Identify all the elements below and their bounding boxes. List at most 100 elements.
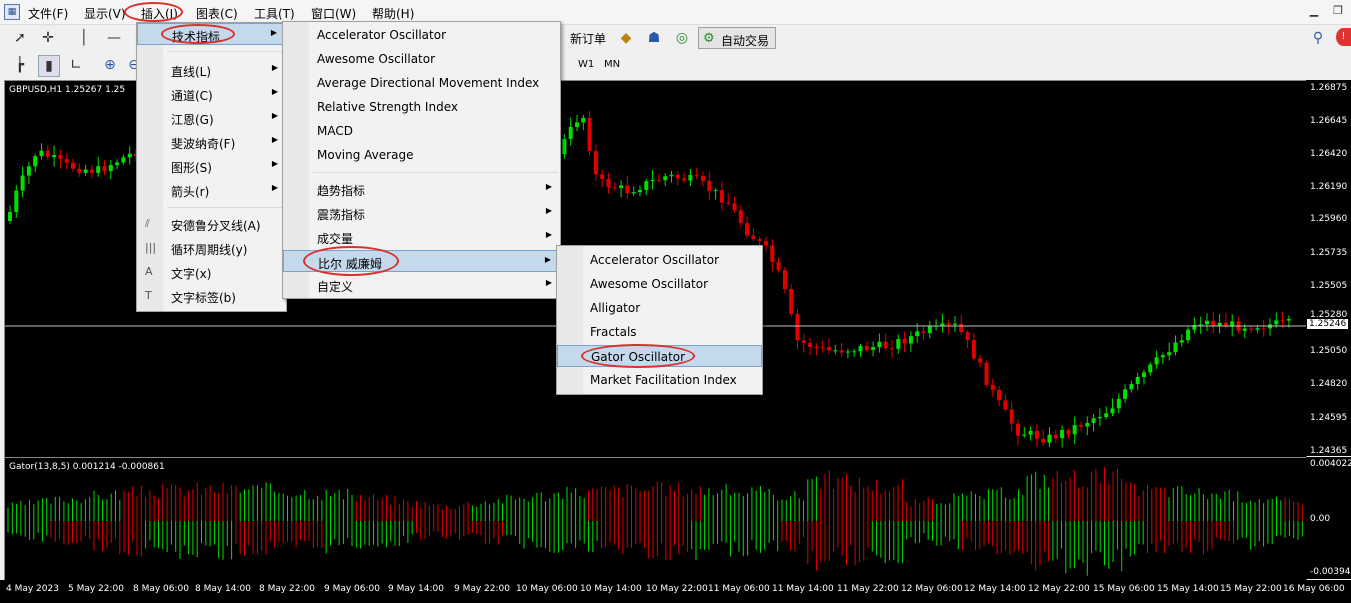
menu-item-label: Relative Strength Index bbox=[317, 100, 458, 114]
candle-body bbox=[1104, 413, 1109, 418]
candle-body bbox=[978, 358, 983, 363]
indicator-volumes[interactable]: 成交量 ▶ bbox=[283, 226, 560, 248]
menu-item-label: 斐波纳奇(F) bbox=[171, 137, 236, 151]
indicator-rsi[interactable]: Relative Strength Index bbox=[283, 96, 560, 118]
indicator-awesome-oscillator[interactable]: Awesome Oscillator bbox=[283, 48, 560, 70]
candle-body bbox=[732, 203, 737, 211]
candle-body bbox=[1242, 328, 1247, 331]
bw-market-facilitation-index[interactable]: Market Facilitation Index bbox=[557, 369, 762, 391]
candle-body bbox=[581, 117, 586, 123]
minimize-button[interactable]: ▁ bbox=[1306, 4, 1322, 18]
bw-accelerator-oscillator[interactable]: Accelerator Oscillator bbox=[557, 249, 762, 271]
bw-alligator[interactable]: Alligator bbox=[557, 297, 762, 319]
candle-body bbox=[1079, 425, 1083, 427]
indicator-custom[interactable]: 自定义 ▶ bbox=[283, 274, 560, 296]
candle-body bbox=[39, 150, 44, 157]
insert-text[interactable]: A 文字(x) bbox=[137, 261, 286, 283]
insert-technical-indicators[interactable]: 技术指标 ▶ bbox=[137, 23, 286, 45]
indicator-accelerator-oscillator[interactable]: Accelerator Oscillator bbox=[283, 24, 560, 46]
candle-body bbox=[1255, 328, 1260, 330]
menu-view[interactable]: 显示(V) bbox=[84, 5, 126, 22]
insert-lines[interactable]: 直线(L) ▶ bbox=[137, 59, 286, 81]
horizontal-line-icon[interactable]: — bbox=[104, 28, 124, 48]
time-label: 10 May 14:00 bbox=[580, 584, 642, 594]
time-label: 9 May 22:00 bbox=[454, 584, 510, 594]
candle-body bbox=[1085, 422, 1090, 427]
candle-body bbox=[877, 341, 882, 348]
candlestick-icon[interactable]: ▮ bbox=[38, 55, 60, 77]
candle-body bbox=[745, 223, 750, 236]
auto-trade-label: 自动交易 bbox=[721, 34, 770, 48]
period-w1[interactable]: W1 bbox=[578, 59, 594, 70]
restore-button[interactable]: ❐ bbox=[1330, 4, 1346, 18]
candle-body bbox=[795, 313, 800, 341]
candle-body bbox=[1205, 320, 1209, 325]
menu-insert[interactable]: 插入(I) bbox=[141, 5, 178, 22]
insert-shapes[interactable]: 图形(S) ▶ bbox=[137, 155, 286, 177]
line-chart-icon[interactable]: ∟ bbox=[66, 55, 86, 75]
candle-body bbox=[984, 362, 989, 385]
insert-arrows[interactable]: 箭头(r) ▶ bbox=[137, 179, 286, 201]
time-label: 8 May 22:00 bbox=[259, 584, 315, 594]
price-label: 1.24595 bbox=[1310, 413, 1348, 423]
market-watch-icon[interactable]: ◆ bbox=[616, 28, 636, 48]
cursor-icon[interactable]: ➚ bbox=[10, 28, 30, 48]
insert-cycle-lines[interactable]: ||| 循环周期线(y) bbox=[137, 237, 286, 259]
candle-body bbox=[587, 117, 592, 152]
price-label: 1.26420 bbox=[1310, 149, 1348, 159]
indicator-trend[interactable]: 趋势指标 ▶ bbox=[283, 178, 560, 200]
candle-body bbox=[833, 350, 838, 352]
period-mn[interactable]: MN bbox=[604, 59, 620, 70]
candle-body bbox=[14, 190, 19, 212]
bw-gator-oscillator[interactable]: Gator Oscillator bbox=[557, 345, 762, 367]
navigator-icon[interactable]: ☗ bbox=[644, 28, 664, 48]
submenu-arrow-icon: ▶ bbox=[270, 28, 277, 37]
indicator-label-top: 0.004022 bbox=[1310, 459, 1351, 469]
insert-channels[interactable]: 通道(C) ▶ bbox=[137, 83, 286, 105]
notification-icon[interactable]: ! bbox=[1336, 28, 1351, 46]
gator-indicator-panel[interactable]: Gator(13,8,5) 0.001214 -0.000861 bbox=[4, 457, 1307, 581]
candle-body bbox=[606, 178, 611, 188]
insert-andrews-pitchfork[interactable]: ⫽ 安德鲁分叉线(A) bbox=[137, 213, 286, 235]
signal-icon[interactable]: ◎ bbox=[672, 28, 692, 48]
candle-body bbox=[757, 239, 762, 242]
menu-window[interactable]: 窗口(W) bbox=[311, 5, 356, 22]
menu-item-label: 图形(S) bbox=[171, 161, 212, 175]
submenu-arrow-icon: ▶ bbox=[271, 111, 278, 120]
indicator-adx[interactable]: Average Directional Movement Index bbox=[283, 72, 560, 94]
candle-body bbox=[45, 150, 50, 158]
candle-body bbox=[713, 190, 718, 192]
bw-fractals[interactable]: Fractals bbox=[557, 321, 762, 343]
candle-body bbox=[883, 341, 888, 349]
bar-chart-icon[interactable]: ┢ bbox=[10, 55, 30, 75]
menu-tools[interactable]: 工具(T) bbox=[254, 5, 295, 22]
bw-awesome-oscillator[interactable]: Awesome Oscillator bbox=[557, 273, 762, 295]
menu-separator bbox=[313, 172, 558, 173]
menu-chart[interactable]: 图表(C) bbox=[196, 5, 238, 22]
price-label: 1.25960 bbox=[1310, 214, 1348, 224]
menu-item-label: 技术指标 bbox=[172, 30, 221, 44]
insert-text-label[interactable]: T 文字标签(b) bbox=[137, 285, 286, 307]
indicator-bill-williams[interactable]: 比尔 威廉姆 ▶ bbox=[283, 250, 560, 272]
zoom-in-icon[interactable]: ⊕ bbox=[100, 55, 120, 75]
indicator-macd[interactable]: MACD bbox=[283, 120, 560, 142]
candle-body bbox=[1211, 320, 1216, 326]
insert-fibonacci[interactable]: 斐波纳奇(F) ▶ bbox=[137, 131, 286, 153]
cycle-lines-icon: ||| bbox=[145, 241, 157, 254]
insert-gann[interactable]: 江恩(G) ▶ bbox=[137, 107, 286, 129]
vertical-line-icon[interactable]: │ bbox=[74, 28, 94, 48]
auto-trade-button[interactable]: ⚙ 自动交易 bbox=[698, 27, 776, 49]
new-order-button[interactable]: 新订单 bbox=[570, 30, 606, 47]
menu-help[interactable]: 帮助(H) bbox=[372, 5, 414, 22]
indicator-moving-average[interactable]: Moving Average bbox=[283, 144, 560, 166]
candle-body bbox=[1003, 400, 1008, 410]
crosshair-icon[interactable]: ✛ bbox=[38, 28, 58, 48]
candle-body bbox=[638, 190, 642, 193]
menu-file[interactable]: 文件(F) bbox=[28, 5, 68, 22]
candle-body bbox=[1274, 320, 1279, 325]
candle-body bbox=[852, 351, 857, 353]
candle-body bbox=[20, 175, 25, 191]
search-icon[interactable]: ⚲ bbox=[1308, 28, 1328, 48]
indicator-oscillators[interactable]: 震荡指标 ▶ bbox=[283, 202, 560, 224]
menu-item-label: 循环周期线(y) bbox=[171, 243, 248, 257]
